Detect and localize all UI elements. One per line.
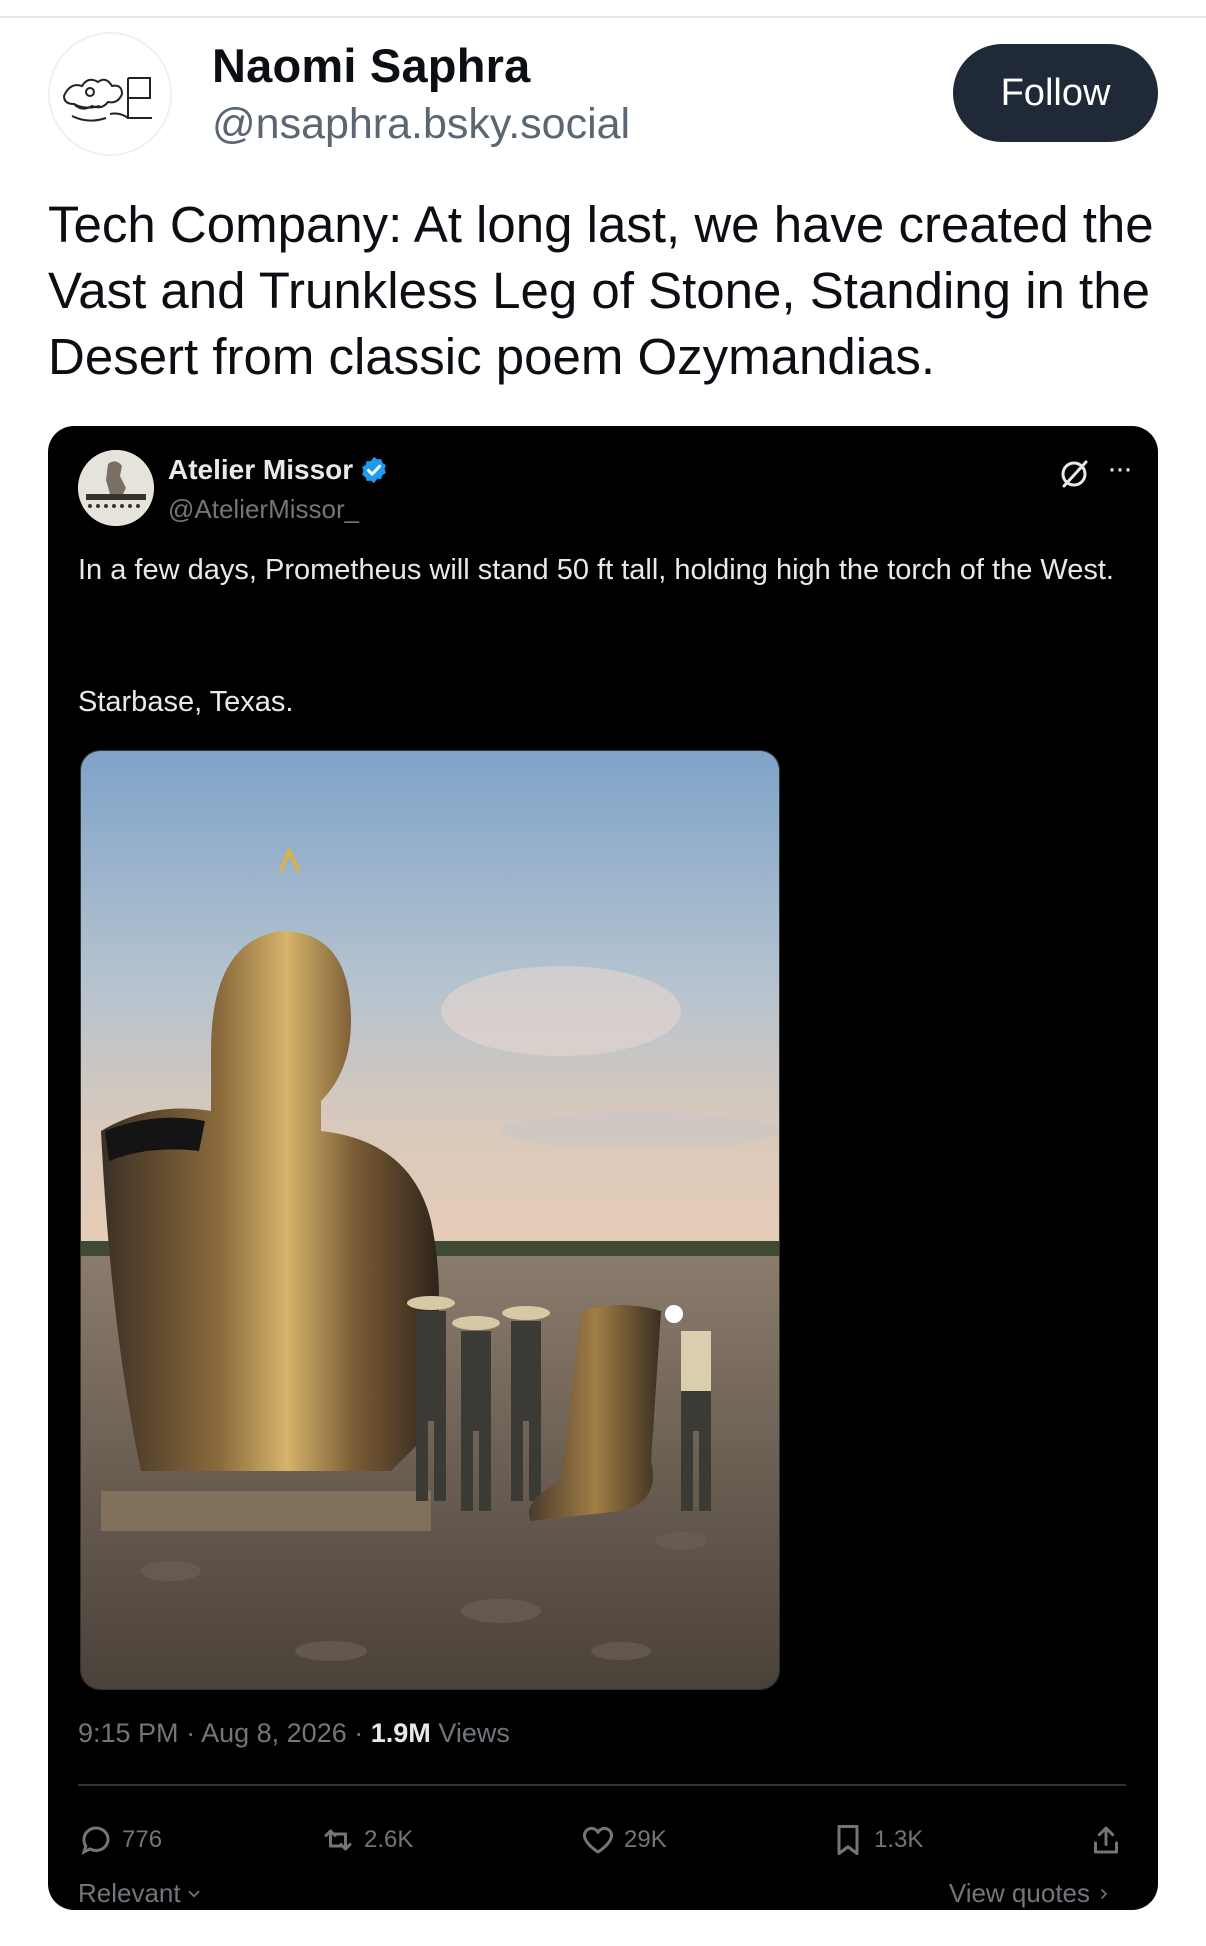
repost-count: 2.6K bbox=[364, 1826, 414, 1853]
embedded-author-display-name: Atelier Missor bbox=[168, 454, 354, 485]
author-avatar[interactable] bbox=[48, 32, 172, 156]
more-options-icon: ··· bbox=[1107, 452, 1133, 485]
embedded-author-name-row: Atelier Missor bbox=[168, 454, 389, 486]
meta-separator: · bbox=[354, 1718, 364, 1748]
reply-count: 776 bbox=[122, 1826, 163, 1853]
reply-icon bbox=[81, 1826, 110, 1855]
bookmark-action: 1.3K bbox=[830, 1822, 923, 1858]
author-display-name[interactable]: Naomi Saphra bbox=[212, 38, 530, 93]
verified-badge-icon bbox=[362, 456, 387, 484]
post-text: Tech Company: At long last, we have crea… bbox=[48, 196, 1154, 385]
view-quotes: View quotes bbox=[949, 1878, 1112, 1909]
heart-icon bbox=[583, 1826, 613, 1854]
views-label: Views bbox=[438, 1718, 510, 1748]
grok-icon bbox=[1061, 460, 1088, 488]
share-action bbox=[1088, 1822, 1124, 1858]
sort-relevant: Relevant bbox=[78, 1878, 203, 1909]
chevron-right-icon bbox=[1101, 1888, 1108, 1899]
embedded-author-handle: @AtelierMissor_ bbox=[168, 494, 360, 524]
post-meta: 9:15 PM · Aug 8, 2026 · 1.9M Views bbox=[78, 1718, 510, 1749]
follow-button[interactable]: Follow bbox=[953, 44, 1158, 142]
embedded-post-text: In a few days, Prometheus will stand 50 … bbox=[78, 554, 1114, 586]
like-action: 29K bbox=[580, 1822, 667, 1858]
embedded-post-location-text: Starbase, Texas. bbox=[78, 686, 294, 718]
top-divider bbox=[0, 16, 1206, 18]
reply-action: 776 bbox=[78, 1822, 162, 1858]
repost-action: 2.6K bbox=[320, 1822, 413, 1858]
sort-label: Relevant bbox=[78, 1878, 181, 1908]
repost-icon bbox=[324, 1829, 352, 1851]
meta-separator: · bbox=[186, 1718, 196, 1748]
actions-divider bbox=[78, 1784, 1126, 1786]
post-date: Aug 8, 2026 bbox=[201, 1718, 347, 1748]
post-time: 9:15 PM bbox=[78, 1718, 179, 1748]
like-count: 29K bbox=[624, 1826, 667, 1853]
chevron-down-icon bbox=[188, 1890, 200, 1898]
bookmark-icon bbox=[837, 1825, 859, 1855]
views-count: 1.9M bbox=[370, 1718, 431, 1748]
author-handle[interactable]: @nsaphra.bsky.social bbox=[212, 100, 630, 149]
embedded-post-screenshot[interactable]: Atelier Missor @AtelierMissor_ ··· In a … bbox=[48, 426, 1158, 1910]
view-quotes-label: View quotes bbox=[948, 1878, 1090, 1908]
share-icon bbox=[1094, 1826, 1118, 1854]
statue-photo bbox=[80, 750, 780, 1690]
bookmark-count: 1.3K bbox=[874, 1826, 924, 1853]
embedded-author-avatar bbox=[78, 450, 154, 526]
